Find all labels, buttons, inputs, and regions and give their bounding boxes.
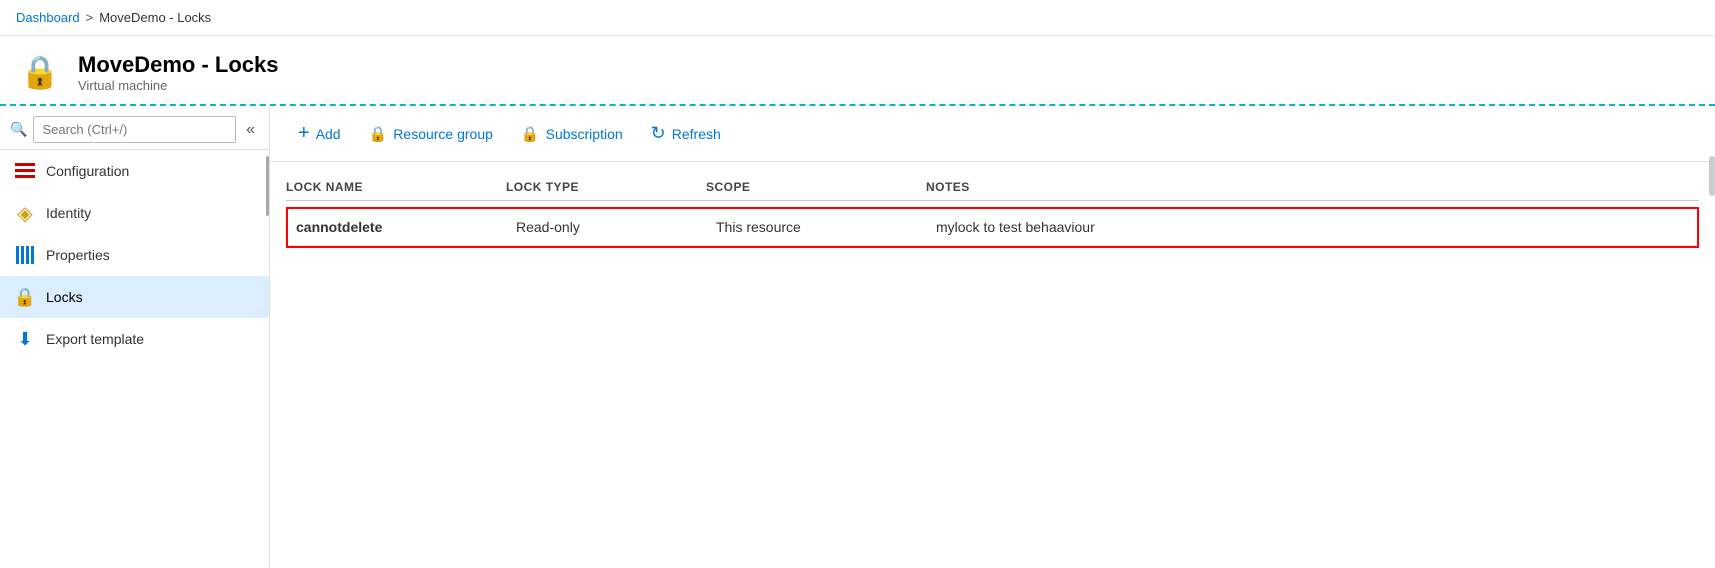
add-label: Add: [316, 126, 341, 142]
table-row[interactable]: cannotdelete Read-only This resource myl…: [288, 209, 1697, 246]
highlighted-row-wrapper: cannotdelete Read-only This resource myl…: [286, 207, 1699, 248]
resource-group-lock-icon: 🔒: [369, 125, 388, 143]
cell-scope: This resource: [716, 219, 936, 235]
refresh-label: Refresh: [672, 126, 721, 142]
sidebar-scrollbar[interactable]: [266, 156, 269, 216]
header-lock-icon: 🔒: [16, 48, 64, 96]
sidebar-item-identity[interactable]: ◈ Identity: [0, 192, 269, 234]
breadcrumb-current: MoveDemo - Locks: [99, 10, 211, 25]
breadcrumb-dashboard-link[interactable]: Dashboard: [16, 10, 80, 25]
resource-group-button[interactable]: 🔒 Resource group: [357, 119, 505, 149]
column-scope: SCOPE: [706, 180, 926, 194]
refresh-button[interactable]: ↻ Refresh: [639, 117, 733, 150]
page-title: MoveDemo - Locks: [78, 52, 279, 78]
column-lock-name: LOCK NAME: [286, 180, 506, 194]
sidebar-items-list: Configuration ◈ Identity Properties: [0, 150, 269, 568]
properties-icon: [14, 244, 36, 266]
cell-lock-type: Read-only: [516, 219, 716, 235]
header-text-block: MoveDemo - Locks Virtual machine: [78, 52, 279, 93]
sidebar-item-export-template[interactable]: ⬇ Export template: [0, 318, 269, 360]
column-notes: NOTES: [926, 180, 1699, 194]
export-template-label: Export template: [46, 331, 144, 347]
breadcrumb: Dashboard > MoveDemo - Locks: [0, 0, 1715, 36]
sidebar-item-locks[interactable]: 🔒 Locks: [0, 276, 269, 318]
configuration-label: Configuration: [46, 163, 129, 179]
add-button[interactable]: + Add: [286, 116, 353, 151]
subscription-button[interactable]: 🔒 Subscription: [509, 119, 635, 149]
table-header: LOCK NAME LOCK TYPE SCOPE NOTES: [286, 174, 1699, 201]
add-icon: +: [298, 122, 310, 145]
locks-icon: 🔒: [14, 286, 36, 308]
identity-label: Identity: [46, 205, 91, 221]
breadcrumb-separator: >: [86, 10, 94, 25]
page-subtitle: Virtual machine: [78, 78, 279, 93]
toolbar: + Add 🔒 Resource group 🔒 Subscription ↻ …: [270, 106, 1715, 162]
column-lock-type: LOCK TYPE: [506, 180, 706, 194]
subscription-lock-icon: 🔒: [521, 125, 540, 143]
sidebar: 🔍 « Configuration ◈ Identity: [0, 106, 270, 568]
collapse-sidebar-button[interactable]: «: [242, 117, 259, 143]
search-icon: 🔍: [10, 121, 27, 138]
sidebar-item-configuration[interactable]: Configuration: [0, 150, 269, 192]
properties-label: Properties: [46, 247, 110, 263]
main-layout: 🔍 « Configuration ◈ Identity: [0, 106, 1715, 568]
refresh-icon: ↻: [651, 123, 666, 144]
table-area: LOCK NAME LOCK TYPE SCOPE NOTES cannotde…: [270, 162, 1715, 568]
content-area: + Add 🔒 Resource group 🔒 Subscription ↻ …: [270, 106, 1715, 568]
locks-label: Locks: [46, 289, 83, 305]
page-header: 🔒 MoveDemo - Locks Virtual machine: [0, 36, 1715, 106]
export-template-icon: ⬇: [14, 328, 36, 350]
subscription-label: Subscription: [546, 126, 623, 142]
cell-notes: mylock to test behaaviour: [936, 219, 1689, 235]
sidebar-item-properties[interactable]: Properties: [0, 234, 269, 276]
configuration-icon: [14, 160, 36, 182]
content-scrollbar[interactable]: [1709, 156, 1715, 196]
sidebar-search-bar: 🔍 «: [0, 106, 269, 150]
identity-icon: ◈: [14, 202, 36, 224]
search-input[interactable]: [33, 116, 236, 143]
cell-lock-name: cannotdelete: [296, 219, 516, 235]
resource-group-label: Resource group: [393, 126, 493, 142]
